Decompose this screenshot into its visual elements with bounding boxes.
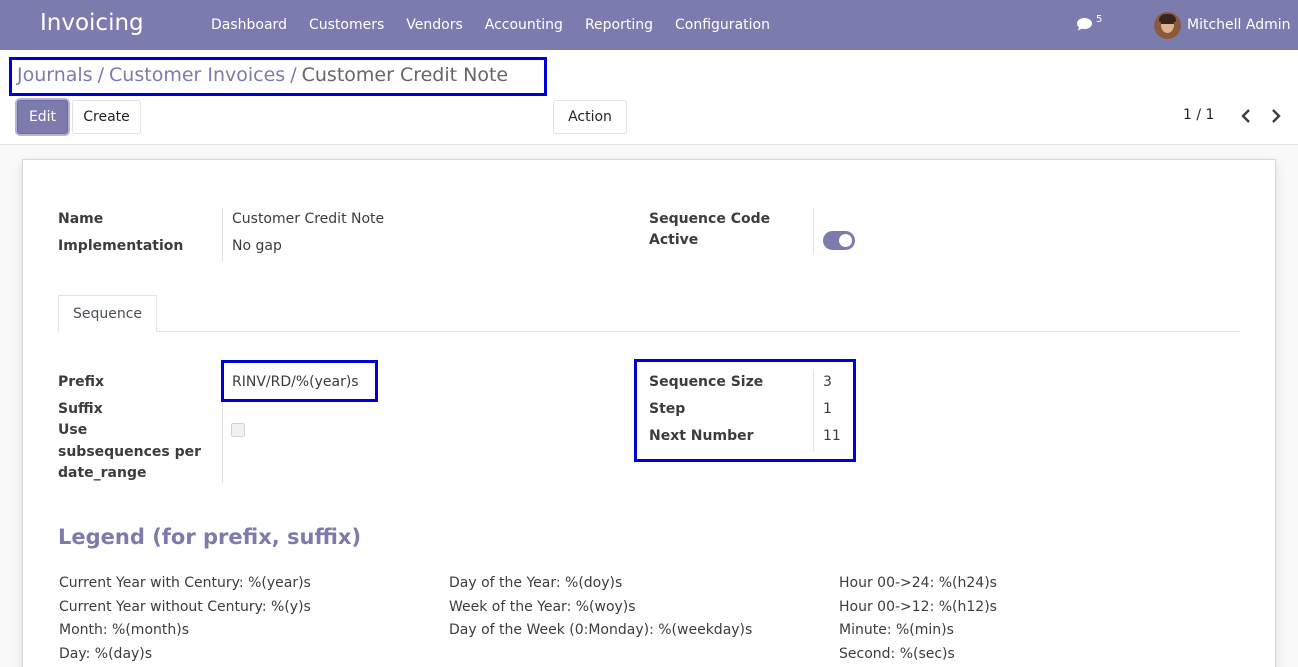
action-button[interactable]: Action bbox=[553, 100, 627, 134]
edit-button[interactable]: Edit bbox=[17, 100, 68, 134]
legend-title: Legend (for prefix, suffix) bbox=[58, 525, 362, 549]
breadcrumb-separator: / bbox=[97, 64, 105, 86]
legend-item: Current Year without Century: %(y)s bbox=[59, 599, 311, 615]
field-separator bbox=[222, 208, 223, 262]
breadcrumb: Journals / Customer Invoices / Customer Cred… bbox=[17, 64, 508, 86]
sequence-size-value[interactable]: 3 bbox=[823, 374, 832, 390]
pager-previous-button[interactable] bbox=[1235, 104, 1257, 128]
next-number-value[interactable]: 11 bbox=[823, 428, 841, 444]
use-subsequences-label-line3: date_range bbox=[58, 465, 147, 481]
field-separator bbox=[813, 369, 814, 451]
user-menu[interactable]: Mitchell Admin bbox=[1154, 10, 1291, 40]
main-menu: Dashboard Customers Vendors Accounting R… bbox=[200, 0, 781, 50]
messages-button[interactable]: 5 bbox=[1076, 14, 1106, 35]
active-toggle[interactable] bbox=[823, 231, 855, 250]
tab-line bbox=[58, 331, 1240, 332]
legend-item: Month: %(month)s bbox=[59, 622, 190, 638]
legend-item: Minute: %(min)s bbox=[839, 622, 954, 638]
prefix-value[interactable]: RINV/RD/%(year)s bbox=[232, 374, 359, 390]
use-subsequences-label-line1: Use bbox=[58, 422, 88, 438]
sequence-code-label: Sequence Code bbox=[649, 211, 771, 227]
user-name: Mitchell Admin bbox=[1187, 17, 1291, 33]
legend-item: Hour 00->24: %(h24)s bbox=[839, 575, 997, 591]
menu-vendors[interactable]: Vendors bbox=[395, 0, 473, 50]
use-subsequences-label-line2: subsequences per bbox=[58, 444, 202, 460]
chat-counter: 5 bbox=[1096, 14, 1103, 25]
implementation-label: Implementation bbox=[58, 238, 184, 254]
chevron-left-icon bbox=[1241, 109, 1250, 123]
breadcrumb-current: Customer Credit Note bbox=[301, 64, 509, 86]
chevron-right-icon bbox=[1272, 109, 1281, 123]
legend-item: Current Year with Century: %(year)s bbox=[59, 575, 311, 591]
legend-item: Day of the Year: %(doy)s bbox=[449, 575, 623, 591]
step-label: Step bbox=[649, 401, 686, 417]
legend-item: Week of the Year: %(woy)s bbox=[449, 599, 636, 615]
field-separator bbox=[813, 208, 814, 255]
legend-item: Second: %(sec)s bbox=[839, 646, 955, 662]
sequence-size-label: Sequence Size bbox=[649, 374, 764, 390]
menu-accounting[interactable]: Accounting bbox=[474, 0, 574, 50]
pager-next-button[interactable] bbox=[1265, 104, 1287, 128]
next-number-label: Next Number bbox=[649, 428, 754, 444]
menu-reporting[interactable]: Reporting bbox=[574, 0, 664, 50]
top-navbar: Invoicing Dashboard Customers Vendors Ac… bbox=[0, 0, 1298, 50]
step-value[interactable]: 1 bbox=[823, 401, 832, 417]
legend-item: Day of the Week (0:Monday): %(weekday)s bbox=[449, 622, 753, 638]
name-label: Name bbox=[58, 211, 104, 227]
breadcrumb-journals[interactable]: Journals bbox=[17, 64, 93, 86]
menu-dashboard[interactable]: Dashboard bbox=[200, 0, 298, 50]
field-separator bbox=[222, 402, 223, 483]
tab-sequence[interactable]: Sequence bbox=[58, 295, 157, 332]
suffix-label: Suffix bbox=[58, 401, 103, 417]
menu-configuration[interactable]: Configuration bbox=[664, 0, 781, 50]
name-value[interactable]: Customer Credit Note bbox=[232, 211, 384, 227]
legend-item: Day: %(day)s bbox=[59, 646, 153, 662]
breadcrumb-separator: / bbox=[290, 64, 297, 86]
breadcrumb-customer-invoices[interactable]: Customer Invoices bbox=[109, 64, 285, 86]
prefix-label: Prefix bbox=[58, 374, 105, 390]
legend-item: Hour 00->12: %(h12)s bbox=[839, 599, 997, 615]
menu-customers[interactable]: Customers bbox=[298, 0, 395, 50]
chat-icon bbox=[1077, 18, 1092, 31]
use-subsequences-checkbox[interactable] bbox=[231, 423, 245, 437]
implementation-value[interactable]: No gap bbox=[232, 238, 282, 254]
create-button[interactable]: Create bbox=[72, 100, 141, 134]
app-name[interactable]: Invoicing bbox=[40, 10, 144, 36]
pager-value[interactable]: 1 / 1 bbox=[1183, 107, 1214, 123]
active-label: Active bbox=[649, 232, 699, 248]
avatar bbox=[1154, 11, 1181, 39]
